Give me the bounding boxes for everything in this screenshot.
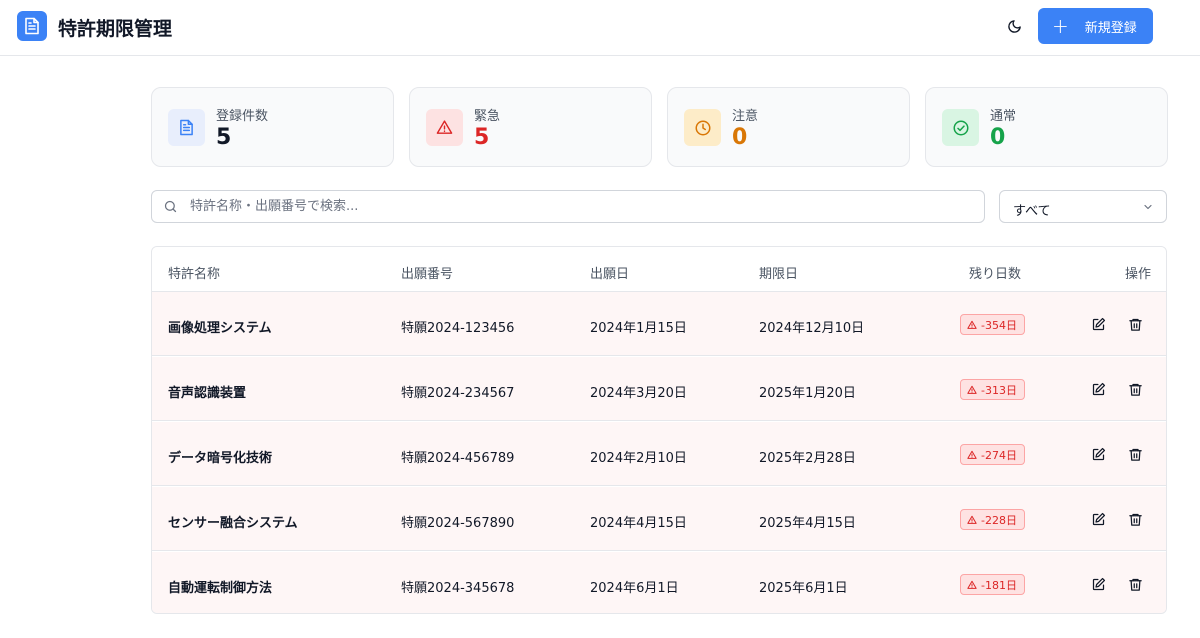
remaining-days: -354日 (981, 318, 1017, 332)
new-registration-label: 新規登録 (1084, 20, 1137, 36)
alert-triangle-icon (426, 109, 463, 146)
edit-button[interactable] (1089, 445, 1107, 463)
remaining-days: -313日 (981, 383, 1017, 397)
alert-triangle-icon (967, 450, 977, 459)
table-row: センサー融合システム 特願2024-567890 2024年4月15日 2025… (152, 487, 1166, 551)
application-number: 特願2024-123456 (401, 321, 515, 336)
remaining-days-badge: -228日 (960, 509, 1025, 530)
application-number: 特願2024-456789 (401, 451, 515, 466)
column-header-name: 特許名称 (168, 267, 221, 282)
trash-icon (1128, 383, 1142, 396)
alert-triangle-icon (967, 320, 977, 329)
trash-icon (1128, 513, 1142, 526)
patent-name: センサー融合システム (168, 516, 298, 531)
application-number: 特願2024-234567 (401, 386, 515, 401)
patent-name: 自動運転制御方法 (168, 581, 273, 596)
stat-card-total: 登録件数 5 (151, 87, 394, 167)
edit-icon (1092, 382, 1105, 395)
stat-card-caution: 注意 0 (667, 87, 910, 167)
trash-icon (1128, 578, 1142, 591)
remaining-days-badge: -354日 (960, 314, 1025, 335)
new-registration-button[interactable]: + 新規登録 (1038, 8, 1153, 44)
delete-button[interactable] (1126, 315, 1144, 333)
alert-triangle-icon (967, 515, 977, 524)
patent-name: 画像処理システム (168, 321, 272, 336)
edit-button[interactable] (1089, 575, 1107, 593)
delete-button[interactable] (1126, 445, 1144, 463)
moon-icon (1007, 19, 1021, 33)
filing-date: 2024年1月15日 (590, 321, 687, 336)
table-row: 音声認識装置 特願2024-234567 2024年3月20日 2025年1月2… (152, 357, 1166, 421)
deadline-date: 2025年1月20日 (759, 386, 856, 401)
edit-button[interactable] (1089, 510, 1107, 528)
stat-card-normal: 通常 0 (925, 87, 1168, 167)
column-header-actions: 操作 (1125, 267, 1152, 282)
plus-icon: + (1052, 14, 1069, 38)
clock-icon (684, 109, 721, 146)
delete-button[interactable] (1126, 380, 1144, 398)
edit-icon (1092, 577, 1105, 590)
table-header: 特許名称 出願番号 出願日 期限日 残り日数 操作 (152, 247, 1166, 292)
stat-label: 緊急 (474, 109, 501, 124)
stat-label: 登録件数 (216, 109, 269, 124)
patent-name: 音声認識装置 (168, 386, 247, 401)
filing-date: 2024年4月15日 (590, 516, 687, 531)
edit-icon (1092, 512, 1105, 525)
stat-label: 注意 (732, 109, 759, 124)
trash-icon (1128, 318, 1142, 331)
stat-card-urgent: 緊急 5 (409, 87, 652, 167)
stat-value: 0 (990, 125, 1006, 150)
remaining-days: -181日 (981, 578, 1017, 592)
filing-date: 2024年2月10日 (590, 451, 687, 466)
remaining-days-badge: -313日 (960, 379, 1025, 400)
status-filter-value: すべて (1013, 204, 1051, 219)
column-header-deadline: 期限日 (759, 267, 799, 282)
filing-date: 2024年6月1日 (590, 581, 679, 596)
column-header-filed: 出願日 (590, 267, 630, 282)
table-row: 自動運転制御方法 特願2024-345678 2024年6月1日 2025年6月… (152, 552, 1166, 613)
deadline-date: 2024年12月10日 (759, 321, 865, 336)
document-icon (168, 109, 205, 146)
remaining-days: -274日 (981, 448, 1017, 462)
trash-icon (1128, 448, 1142, 461)
status-filter-select[interactable]: すべて (999, 190, 1167, 223)
search-icon (164, 200, 177, 213)
edit-button[interactable] (1089, 380, 1107, 398)
app-header: 特許期限管理 + 新規登録 (0, 0, 1200, 56)
application-number: 特願2024-345678 (401, 581, 515, 596)
patent-table: 特許名称 出願番号 出願日 期限日 残り日数 操作 画像処理システム 特願202… (151, 246, 1167, 614)
edit-button[interactable] (1089, 315, 1107, 333)
edit-icon (1092, 447, 1105, 460)
patent-name: データ暗号化技術 (168, 451, 273, 466)
remaining-days-badge: -274日 (960, 444, 1025, 465)
check-circle-icon (942, 109, 979, 146)
application-number: 特願2024-567890 (401, 516, 515, 531)
document-icon (17, 11, 47, 41)
remaining-days-badge: -181日 (960, 574, 1025, 595)
stat-value: 0 (732, 125, 748, 150)
filing-date: 2024年3月20日 (590, 386, 687, 401)
column-header-remaining: 残り日数 (969, 267, 1022, 282)
deadline-date: 2025年4月15日 (759, 516, 856, 531)
edit-icon (1092, 317, 1105, 330)
search-box (151, 190, 985, 223)
remaining-days: -228日 (981, 513, 1017, 527)
column-header-number: 出願番号 (401, 267, 454, 282)
stat-label: 通常 (990, 109, 1017, 124)
search-input[interactable] (190, 191, 970, 222)
alert-triangle-icon (967, 385, 977, 394)
delete-button[interactable] (1126, 510, 1144, 528)
stat-value: 5 (216, 125, 232, 150)
chevron-down-icon (1144, 204, 1152, 210)
delete-button[interactable] (1126, 575, 1144, 593)
table-row: データ暗号化技術 特願2024-456789 2024年2月10日 2025年2… (152, 422, 1166, 486)
deadline-date: 2025年2月28日 (759, 451, 856, 466)
theme-toggle-button[interactable] (1002, 14, 1026, 38)
deadline-date: 2025年6月1日 (759, 581, 848, 596)
table-row: 画像処理システム 特願2024-123456 2024年1月15日 2024年1… (152, 292, 1166, 356)
alert-triangle-icon (967, 580, 977, 589)
app-title: 特許期限管理 (58, 18, 173, 40)
stat-value: 5 (474, 125, 490, 150)
